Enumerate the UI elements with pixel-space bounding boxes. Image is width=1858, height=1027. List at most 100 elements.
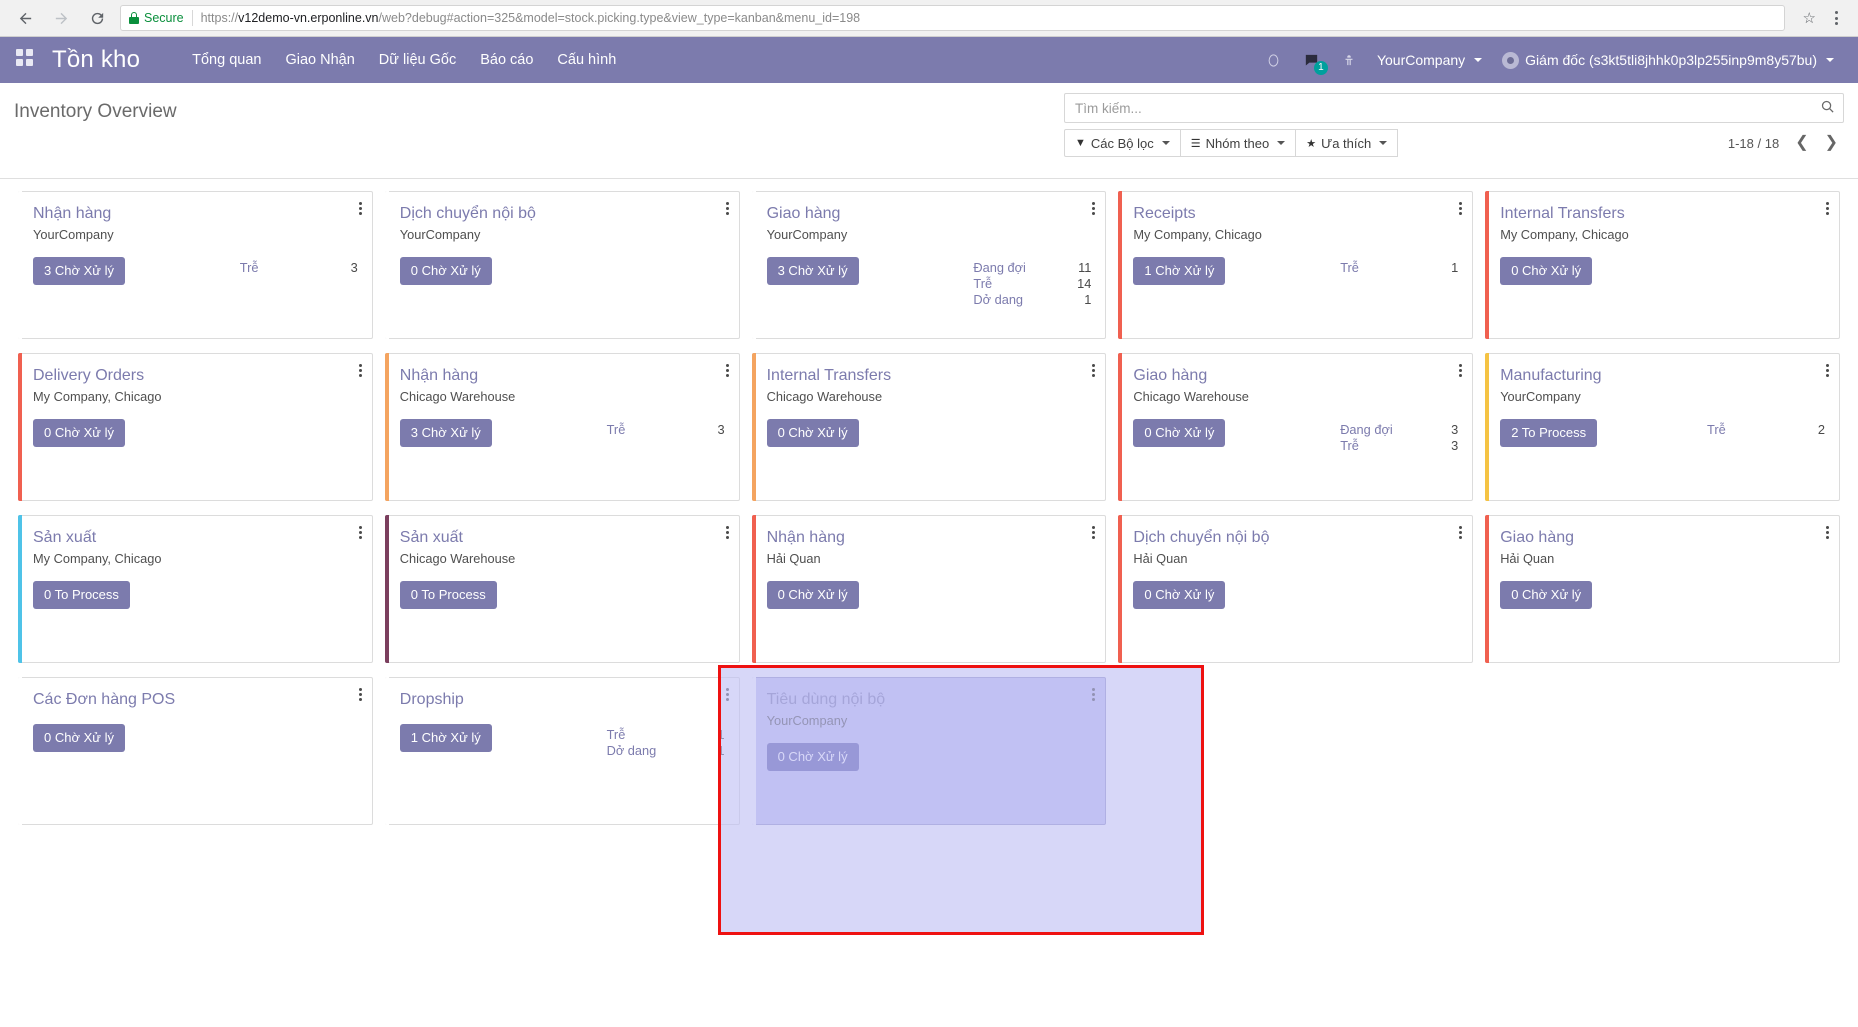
kanban-card-menu-icon[interactable] <box>1092 364 1096 377</box>
kanban-card-menu-icon[interactable] <box>1825 202 1829 215</box>
kanban-card-body[interactable]: Giao hàng Chicago Warehouse 0 Chờ Xử lý Đan… <box>1118 353 1474 501</box>
favorites-dropdown[interactable]: ★ Ưa thích <box>1295 129 1399 157</box>
reload-icon[interactable] <box>84 5 110 31</box>
browser-menu-icon[interactable] <box>1826 5 1846 31</box>
kanban-card-action-button[interactable]: 0 Chờ Xử lý <box>1500 581 1593 610</box>
kanban-card-action-button[interactable]: 0 To Process <box>399 581 497 610</box>
kanban-card[interactable]: Receipts My Company, Chicago 1 Chờ Xử lý Tr… <box>1112 191 1479 353</box>
kanban-stat-label[interactable]: Dở dang <box>607 743 657 759</box>
kanban-card-body[interactable]: Dịch chuyển nội bộ YourCompany 0 Chờ Xử lý <box>384 191 740 339</box>
kanban-card-title[interactable]: Delivery Orders <box>33 366 358 386</box>
kanban-card-title[interactable]: Sản xuất <box>400 528 725 548</box>
kanban-card-action-button[interactable]: 0 Chờ Xử lý <box>766 743 859 772</box>
apps-grid-icon[interactable] <box>16 49 38 71</box>
kanban-stat-label[interactable]: Trễ <box>973 276 992 292</box>
kanban-card-menu-icon[interactable] <box>1092 202 1096 215</box>
kanban-card-action-button[interactable]: 0 Chờ Xử lý <box>766 419 859 448</box>
kanban-stat-label[interactable]: Đang đợi <box>1340 422 1393 438</box>
kanban-card[interactable]: Nhận hàng Chicago Warehouse 3 Chờ Xử lý Trễ… <box>379 353 746 515</box>
kanban-card[interactable]: Giao hàng YourCompany 3 Chờ Xử lý Đang đợi 1… <box>746 191 1113 353</box>
kanban-card-title[interactable]: Internal Transfers <box>767 366 1092 386</box>
kanban-card-body[interactable]: Tiêu dùng nội bộ YourCompany 0 Chờ Xử lý <box>751 677 1107 825</box>
kanban-card-body[interactable]: Sản xuất Chicago Warehouse 0 To Process <box>384 515 740 663</box>
kanban-card-menu-icon[interactable] <box>358 364 362 377</box>
chevron-left-icon[interactable]: ❮ <box>1795 135 1808 151</box>
star-icon[interactable]: ☆ <box>1803 9 1816 27</box>
menu-item-reporting[interactable]: Báo cáo <box>468 37 545 83</box>
kanban-card-body[interactable]: Dropship 1 Chờ Xử lý Trễ 1 Dở dang 1 <box>384 677 740 825</box>
kanban-card-title[interactable]: Các Đơn hàng POS <box>33 690 358 710</box>
kanban-card-title[interactable]: Sản xuất <box>33 528 358 548</box>
kanban-card-title[interactable]: Tiêu dùng nội bộ <box>767 690 1092 710</box>
kanban-card-body[interactable]: Nhận hàng Chicago Warehouse 3 Chờ Xử lý Trễ… <box>384 353 740 501</box>
kanban-card-title[interactable]: Giao hàng <box>767 204 1092 224</box>
kanban-stat-label[interactable]: Trễ <box>240 260 259 276</box>
kanban-card-action-button[interactable]: 0 Chờ Xử lý <box>766 581 859 610</box>
kanban-card-body[interactable]: Các Đơn hàng POS 0 Chờ Xử lý <box>18 677 373 825</box>
kanban-card-action-button[interactable]: 0 Chờ Xử lý <box>1133 581 1226 610</box>
kanban-card-menu-icon[interactable] <box>725 364 729 377</box>
kanban-card-menu-icon[interactable] <box>1092 688 1096 701</box>
menu-item-operations[interactable]: Giao Nhận <box>273 37 366 83</box>
kanban-card-body[interactable]: Nhận hàng YourCompany 3 Chờ Xử lý Trễ 3 <box>18 191 373 339</box>
menu-item-master-data[interactable]: Dữ liệu Gốc <box>367 37 468 83</box>
filters-dropdown[interactable]: ▼ Các Bộ lọc <box>1064 129 1181 157</box>
search-icon[interactable] <box>1820 99 1835 118</box>
kanban-stat-label[interactable]: Đang đợi <box>973 260 1026 276</box>
kanban-card-action-button[interactable]: 1 Chờ Xử lý <box>399 724 492 753</box>
address-bar[interactable]: Secure https://v12demo-vn.erponline.vn/w… <box>120 5 1785 31</box>
kanban-card-title[interactable]: Manufacturing <box>1500 366 1825 386</box>
kanban-card[interactable]: Các Đơn hàng POS 0 Chờ Xử lý <box>12 677 379 839</box>
kanban-card[interactable]: Giao hàng Hải Quan 0 Chờ Xử lý <box>1479 515 1846 677</box>
kanban-stat-label[interactable]: Trễ <box>1707 422 1726 438</box>
kanban-card-action-button[interactable]: 0 Chờ Xử lý <box>33 419 125 448</box>
kanban-card-title[interactable]: Giao hàng <box>1500 528 1825 548</box>
kanban-card-menu-icon[interactable] <box>725 202 729 215</box>
kanban-card[interactable]: Giao hàng Chicago Warehouse 0 Chờ Xử lý Đan… <box>1112 353 1479 515</box>
bug-icon[interactable] <box>1331 53 1367 68</box>
kanban-card-menu-icon[interactable] <box>1459 526 1463 539</box>
company-switcher[interactable]: YourCompany <box>1367 52 1492 68</box>
kanban-stat-label[interactable]: Trễ <box>1340 438 1359 454</box>
kanban-card-menu-icon[interactable] <box>725 526 729 539</box>
kanban-card-menu-icon[interactable] <box>1092 526 1096 539</box>
kanban-card-title[interactable]: Dropship <box>400 690 725 710</box>
groupby-dropdown[interactable]: ☰ Nhóm theo <box>1179 129 1297 157</box>
kanban-card[interactable]: Dropship 1 Chờ Xử lý Trễ 1 Dở dang 1 <box>379 677 746 839</box>
kanban-card-title[interactable]: Internal Transfers <box>1500 204 1825 224</box>
kanban-card-body[interactable]: Nhận hàng Hải Quan 0 Chờ Xử lý <box>751 515 1107 663</box>
kanban-card[interactable]: Dịch chuyển nội bộ YourCompany 0 Chờ Xử lý <box>379 191 746 353</box>
app-brand-title[interactable]: Tồn kho <box>52 46 140 74</box>
kanban-card-body[interactable]: Sản xuất My Company, Chicago 0 To Process <box>18 515 373 663</box>
kanban-card-title[interactable]: Nhận hàng <box>33 204 358 224</box>
kanban-card-action-button[interactable]: 0 Chờ Xử lý <box>399 257 492 286</box>
kanban-card-title[interactable]: Nhận hàng <box>767 528 1092 548</box>
kanban-card-action-button[interactable]: 0 To Process <box>33 581 130 610</box>
menu-item-overview[interactable]: Tổng quan <box>180 37 273 83</box>
kanban-card-action-button[interactable]: 0 Chờ Xử lý <box>33 724 125 753</box>
kanban-card-body[interactable]: Receipts My Company, Chicago 1 Chờ Xử lý Tr… <box>1118 191 1474 339</box>
clock-icon[interactable] <box>1255 53 1292 68</box>
kanban-card-menu-icon[interactable] <box>358 526 362 539</box>
kanban-card-action-button[interactable]: 3 Chờ Xử lý <box>766 257 859 286</box>
kanban-card-body[interactable]: Internal Transfers Chicago Warehouse 0 Chờ… <box>751 353 1107 501</box>
kanban-card[interactable]: Dịch chuyển nội bộ Hải Quan 0 Chờ Xử lý <box>1112 515 1479 677</box>
kanban-card-title[interactable]: Dịch chuyển nội bộ <box>400 204 725 224</box>
kanban-card-menu-icon[interactable] <box>1459 364 1463 377</box>
menu-item-configuration[interactable]: Cấu hình <box>545 37 628 83</box>
kanban-stat-label[interactable]: Trễ <box>607 727 626 743</box>
kanban-stat-label[interactable]: Trễ <box>607 422 626 438</box>
search-input[interactable]: Tìm kiếm... <box>1064 93 1844 123</box>
kanban-card[interactable]: Sản xuất Chicago Warehouse 0 To Process <box>379 515 746 677</box>
chat-icon[interactable]: 1 <box>1292 52 1331 75</box>
kanban-card[interactable]: Nhận hàng Hải Quan 0 Chờ Xử lý <box>746 515 1113 677</box>
kanban-card[interactable]: Manufacturing YourCompany 2 To Process Trễ 2 <box>1479 353 1846 515</box>
kanban-card[interactable]: Nhận hàng YourCompany 3 Chờ Xử lý Trễ 3 <box>12 191 379 353</box>
kanban-card-menu-icon[interactable] <box>1825 526 1829 539</box>
chevron-right-icon[interactable]: ❯ <box>1825 135 1838 151</box>
kanban-card[interactable]: Tiêu dùng nội bộ YourCompany 0 Chờ Xử lý <box>746 677 1113 839</box>
kanban-card-body[interactable]: Manufacturing YourCompany 2 To Process Trễ 2 <box>1485 353 1840 501</box>
kanban-card-action-button[interactable]: 3 Chờ Xử lý <box>399 419 492 448</box>
kanban-stat-label[interactable]: Trễ <box>1340 260 1359 276</box>
kanban-card-menu-icon[interactable] <box>358 202 362 215</box>
